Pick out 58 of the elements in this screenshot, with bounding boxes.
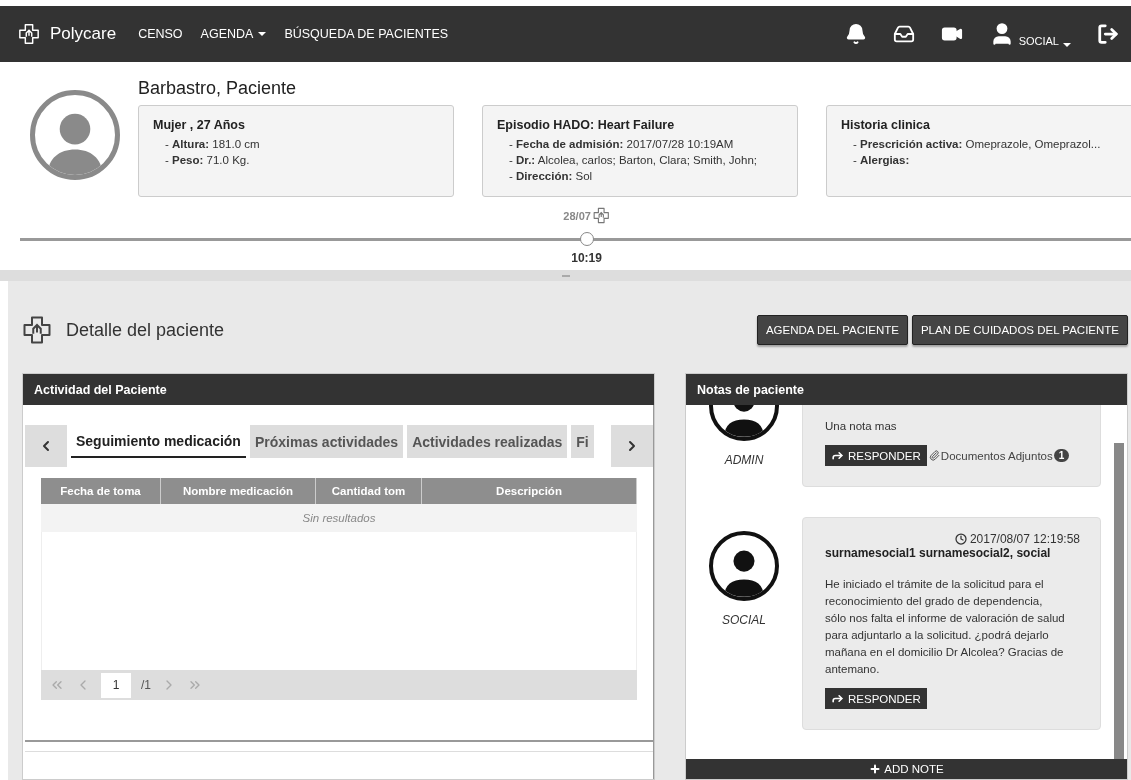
timeline-thumb[interactable] [579,232,594,246]
caret-icon [1063,43,1071,47]
patient-name: Barbastro, Paciente [138,78,298,99]
clock-icon [954,533,967,545]
patient-detail-icon [22,315,52,345]
tabs-next-button[interactable] [611,425,653,467]
activity-tab[interactable]: Próximas actividades [249,425,404,458]
nav-menu-link[interactable]: CENSO [138,27,183,41]
user-menu[interactable]: SOCIAL [988,21,1071,47]
card-item: - Alergias: [853,153,911,168]
empty-message: Sin resultados [302,512,376,524]
note-text: He iniciado el trámite de la solicitud para el reconocimiento del grado de dependencia, sólo nos falta el informe de valoración de salud para adjuntarlo a la solicitud. ¿podrá dejarlo mañana en el domicilio Dr Alcolea? Gracias de antemano. [825,577,1066,677]
reply-button[interactable]: RESPONDER [825,445,927,466]
note-role: SOCIAL [722,613,766,627]
card-item: - Prescrición activa: Omeprazole, Omeprazol... [853,137,1102,152]
note-text: Una nota mas [825,419,898,434]
card-title: Historia clinica [841,118,931,132]
bell-icon[interactable] [844,23,867,45]
paperclip-icon [928,450,940,461]
logo-icon [18,23,40,45]
timeline-date: 28/07 [563,209,591,222]
share-arrow-icon [831,449,844,462]
card-item: - Fecha de admisión: 2017/07/28 10:19AM [509,137,735,152]
reply-button[interactable]: RESPONDER [825,688,927,709]
card-title: Episodio HADO: Heart Failure [497,118,676,132]
patient-action-button[interactable]: PLAN DE CUIDADOS DEL PACIENTE [911,315,1128,345]
note-role: ADMIN [724,453,764,467]
activity-tab[interactable]: Fi [571,425,594,458]
nav-menu-link[interactable]: BÚSQUEDA DE PACIENTES [284,27,449,41]
note-author: surnamesocial1 surnamesocial2, social [825,546,1052,560]
page-number-field[interactable]: 1 [101,672,131,698]
card-title: Mujer , 27 Años [153,118,246,132]
note-timestamp: 2017/08/07 12:19:58 [969,532,1080,546]
inbox-icon[interactable] [892,23,915,45]
patient-action-button[interactable]: AGENDA DEL PACIENTE [756,315,908,345]
panel-header: Notas de paciente [686,374,1127,405]
activity-tab[interactable]: Actividades realizadas [407,425,568,458]
episode-marker-icon [592,207,610,224]
logout-icon[interactable] [1097,23,1119,45]
timeline-time: 10:19 [571,251,602,265]
nav-menu-link[interactable]: AGENDA [200,27,267,41]
caret-icon [258,32,267,36]
count-badge: 1 [1053,449,1070,462]
card-item: - Dr.: Alcolea, carlos; Barton, Clara; Smith, John; [509,153,758,168]
section-title: Detalle del paciente [66,319,225,341]
brand-link[interactable]: Polycare [18,23,117,45]
page-total: /1 [141,678,151,692]
card-item: - Altura: 181.0 cm [165,137,261,152]
card-item: - Peso: 71.0 Kg. [165,153,251,168]
card-item: - Dirección: Sol [509,169,594,184]
add-note-button[interactable]: ADD NOTE [686,759,1127,779]
splitter-bar[interactable] [0,270,1131,281]
tabs-prev-button[interactable] [25,425,67,467]
attachments-link[interactable]: Documentos Adjuntos 1 [928,449,1070,462]
plus-icon [869,763,882,775]
panel-header: Actividad del Paciente [23,374,654,405]
share-arrow-icon [831,692,844,705]
brand-name: Polycare [50,24,117,44]
